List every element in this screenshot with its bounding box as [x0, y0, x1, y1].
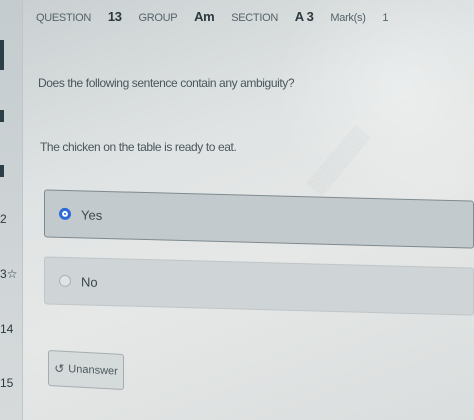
sidebar-accent [0, 40, 4, 70]
sidebar-item-label: 14 [0, 322, 14, 336]
marks-value: 1 [382, 12, 389, 24]
radio-unselected-icon[interactable] [59, 274, 71, 288]
question-sentence: The chicken on the table is ready to eat… [40, 140, 237, 154]
unanswer-label: Unanswer [68, 363, 118, 378]
option-label: No [81, 273, 98, 290]
answer-option-no[interactable]: No [44, 256, 474, 316]
radio-selected-icon[interactable] [59, 207, 71, 221]
option-label: Yes [81, 206, 103, 223]
answer-option-yes[interactable]: Yes [44, 189, 474, 249]
sidebar-accent [0, 165, 4, 177]
question-info: QUESTION 13 [36, 9, 122, 24]
sidebar-accent [0, 110, 4, 122]
sidebar-item-3[interactable]: 3☆ [0, 267, 17, 281]
undo-icon: ↺ [54, 361, 65, 376]
sidebar-item-label: 15 [0, 376, 14, 390]
sidebar-item-label: 2 [0, 212, 7, 226]
question-number: 13 [107, 9, 122, 24]
exam-question-page: ▒▒▒▒▒▒ 2 3☆ 14 15 QUESTION 13 GROUP Am S… [0, 0, 474, 420]
sidebar-item-label: 3 [0, 267, 7, 281]
section-value: A 3 [294, 9, 314, 24]
question-header: QUESTION 13 GROUP Am SECTION A 3 Mark(s)… [36, 9, 416, 24]
unanswer-button[interactable]: ↺ Unanswer [48, 350, 124, 390]
screen-glare [274, 0, 474, 220]
question-nav-sidebar: 2 3☆ 14 15 [0, 0, 23, 420]
sidebar-item-2[interactable]: 2 [0, 212, 7, 226]
group-value: Am [194, 9, 215, 24]
sidebar-item-14[interactable]: 14 [0, 322, 13, 336]
question-prompt: Does the following sentence contain any … [38, 76, 295, 90]
section-info: SECTION A 3 [231, 9, 314, 24]
flag-icon[interactable]: ☆ [7, 267, 18, 281]
sidebar-item-15[interactable]: 15 [0, 376, 13, 390]
marks-info: Mark(s) 1 [330, 12, 389, 24]
group-info: GROUP Am [138, 9, 215, 24]
